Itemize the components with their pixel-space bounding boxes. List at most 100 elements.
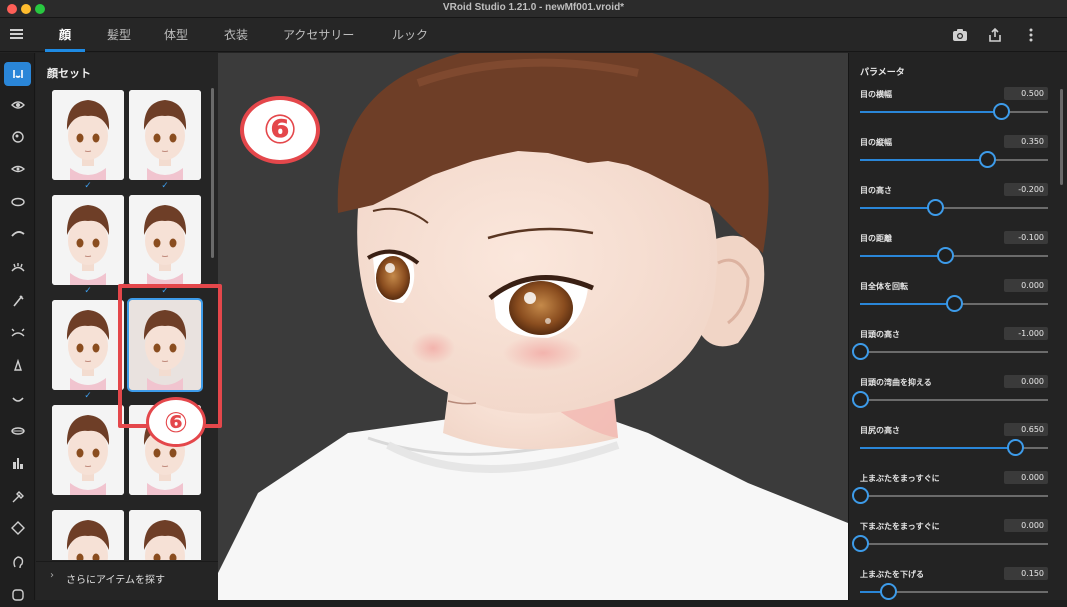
parameter-label: 下まぶたをまっすぐに xyxy=(860,522,940,531)
slider-knob[interactable] xyxy=(880,583,898,600)
slider-knob[interactable] xyxy=(927,199,945,216)
eyelash-icon[interactable] xyxy=(4,256,31,280)
parameter-label: 目の横幅 xyxy=(860,90,892,99)
parameter-slider[interactable] xyxy=(860,103,1048,120)
parameter-slider[interactable] xyxy=(852,487,1048,504)
parameter-value-field[interactable]: -0.100 xyxy=(1004,231,1048,244)
parameter-slider[interactable] xyxy=(860,583,1048,600)
parameter-row: 上まぶたを下げる 0.150 xyxy=(860,567,1048,600)
parameter-row: 目の横幅 0.500 xyxy=(860,87,1048,133)
parameter-slider[interactable] xyxy=(860,151,1048,168)
nose-icon[interactable] xyxy=(4,354,31,378)
parameter-slider[interactable] xyxy=(852,343,1048,360)
face-set-thumbnail[interactable] xyxy=(52,300,124,390)
face-set-thumbnail[interactable] xyxy=(52,510,124,560)
slider-knob[interactable] xyxy=(936,247,954,264)
misc-icon[interactable] xyxy=(4,583,31,607)
parameter-value-field[interactable]: 0.000 xyxy=(1004,471,1048,484)
parameter-label: 上まぶたをまっすぐに xyxy=(860,474,940,483)
parameter-label: 上まぶたを下げる xyxy=(860,570,924,579)
slider-knob[interactable] xyxy=(852,487,869,504)
parameter-label: 目尻の高さ xyxy=(860,426,900,435)
parameter-row: 目頭の湾曲を抑える 0.000 xyxy=(852,375,1048,421)
parameter-label: 目頭の高さ xyxy=(860,330,900,339)
face-set-thumbnail[interactable] xyxy=(129,195,201,285)
parameter-row: 目全体を回転 0.000 xyxy=(860,279,1048,325)
parameter-slider[interactable] xyxy=(860,247,1048,264)
mouth-icon[interactable] xyxy=(4,387,31,411)
parameter-slider[interactable] xyxy=(860,295,1048,312)
face-set-thumbnail[interactable] xyxy=(129,510,201,560)
face-set-thumbnail[interactable] xyxy=(52,195,124,285)
parameter-row: 目の距離 -0.100 xyxy=(860,231,1048,277)
callout-number-small: ⑥ xyxy=(164,405,188,439)
parameter-label: 目全体を回転 xyxy=(860,282,908,291)
iris-icon[interactable] xyxy=(4,125,31,149)
parameter-value-field[interactable]: 0.000 xyxy=(1004,375,1048,388)
more-vertical-icon[interactable] xyxy=(1023,27,1039,43)
parameter-label: 目の距離 xyxy=(860,234,892,243)
eyelid-icon[interactable] xyxy=(4,321,31,345)
brush-icon[interactable] xyxy=(4,485,31,509)
parameter-value-field[interactable]: 0.650 xyxy=(1004,423,1048,436)
slider-knob[interactable] xyxy=(993,103,1010,120)
tab-accessory[interactable]: アクセサリー xyxy=(283,18,354,52)
teeth-icon[interactable] xyxy=(4,419,31,443)
tab-look[interactable]: ルック xyxy=(392,18,428,52)
callout-number: ⑥ xyxy=(263,107,297,153)
slider-knob[interactable] xyxy=(946,295,963,312)
eye-highlight-icon[interactable] xyxy=(4,157,31,181)
parameter-slider[interactable] xyxy=(852,391,1048,408)
tab-outfit[interactable]: 衣装 xyxy=(224,18,248,52)
ear-icon[interactable] xyxy=(4,516,31,540)
app-window: VRoid Studio 1.21.0 - newMf001.vroid* 顔 … xyxy=(0,0,1067,601)
slider-knob[interactable] xyxy=(852,535,869,552)
slider-knob[interactable] xyxy=(852,391,869,408)
parameter-row: 下まぶたをまっすぐに 0.000 xyxy=(852,519,1048,565)
face-set-icon[interactable] xyxy=(4,62,31,86)
panel-title: 顔セット xyxy=(47,67,91,80)
parameter-panel: パラメータ 目の横幅 0.500 目の縦幅 0.350 目の高さ -0.200 目の距離 -0… xyxy=(848,53,1067,600)
parameter-value-field[interactable]: 0.000 xyxy=(1004,279,1048,292)
slider-knob[interactable] xyxy=(1007,439,1025,456)
face-set-thumbnail[interactable] xyxy=(129,90,201,180)
parameter-slider[interactable] xyxy=(860,199,1048,216)
camera-icon[interactable] xyxy=(952,27,968,43)
parameter-row: 上まぶたをまっすぐに 0.000 xyxy=(852,471,1048,517)
find-more-items-label: さらにアイテムを探す xyxy=(66,575,165,586)
parameter-row: 目の高さ -0.200 xyxy=(860,183,1048,229)
face-set-thumbnail[interactable] xyxy=(52,90,124,180)
params-title: パラメータ xyxy=(860,68,905,78)
export-icon[interactable] xyxy=(987,27,1003,43)
hamburger-menu-icon[interactable] xyxy=(9,27,25,43)
check-icon: ✓ xyxy=(84,181,92,191)
parameter-label: 目の縦幅 xyxy=(860,138,892,147)
parameter-value-field[interactable]: 0.500 xyxy=(1004,87,1048,100)
parameter-row: 目の縦幅 0.350 xyxy=(860,135,1048,181)
head-icon[interactable] xyxy=(4,550,31,574)
slider-knob[interactable] xyxy=(978,151,996,168)
parameter-value-field[interactable]: 0.000 xyxy=(1004,519,1048,532)
params-scrollbar[interactable] xyxy=(1060,89,1063,185)
eyeliner-icon[interactable] xyxy=(4,289,31,313)
tab-face[interactable]: 顔 xyxy=(44,18,86,52)
eyebrow-icon[interactable] xyxy=(4,222,31,246)
parameter-slider[interactable] xyxy=(860,439,1048,456)
face-set-scrollbar[interactable] xyxy=(211,88,214,258)
parameter-value-field[interactable]: 0.150 xyxy=(1004,567,1048,580)
slider-knob[interactable] xyxy=(852,343,869,360)
find-more-items-row[interactable]: › さらにアイテムを探す xyxy=(36,561,218,591)
parameter-value-field[interactable]: -1.000 xyxy=(1004,327,1048,340)
face-shape-icon[interactable] xyxy=(4,451,31,475)
tab-body[interactable]: 体型 xyxy=(164,18,188,52)
parameter-slider[interactable] xyxy=(852,535,1048,552)
parameter-value-field[interactable]: 0.350 xyxy=(1004,135,1048,148)
eye-icon[interactable] xyxy=(4,93,31,117)
parameter-value-field[interactable]: -0.200 xyxy=(1004,183,1048,196)
check-icon: ✓ xyxy=(84,391,92,401)
chevron-right-icon: › xyxy=(50,570,54,581)
eye-white-icon[interactable] xyxy=(4,190,31,214)
face-set-thumbnail[interactable] xyxy=(52,405,124,495)
title-bar: VRoid Studio 1.21.0 - newMf001.vroid* xyxy=(0,0,1067,18)
tab-hairstyle[interactable]: 髪型 xyxy=(107,18,131,52)
